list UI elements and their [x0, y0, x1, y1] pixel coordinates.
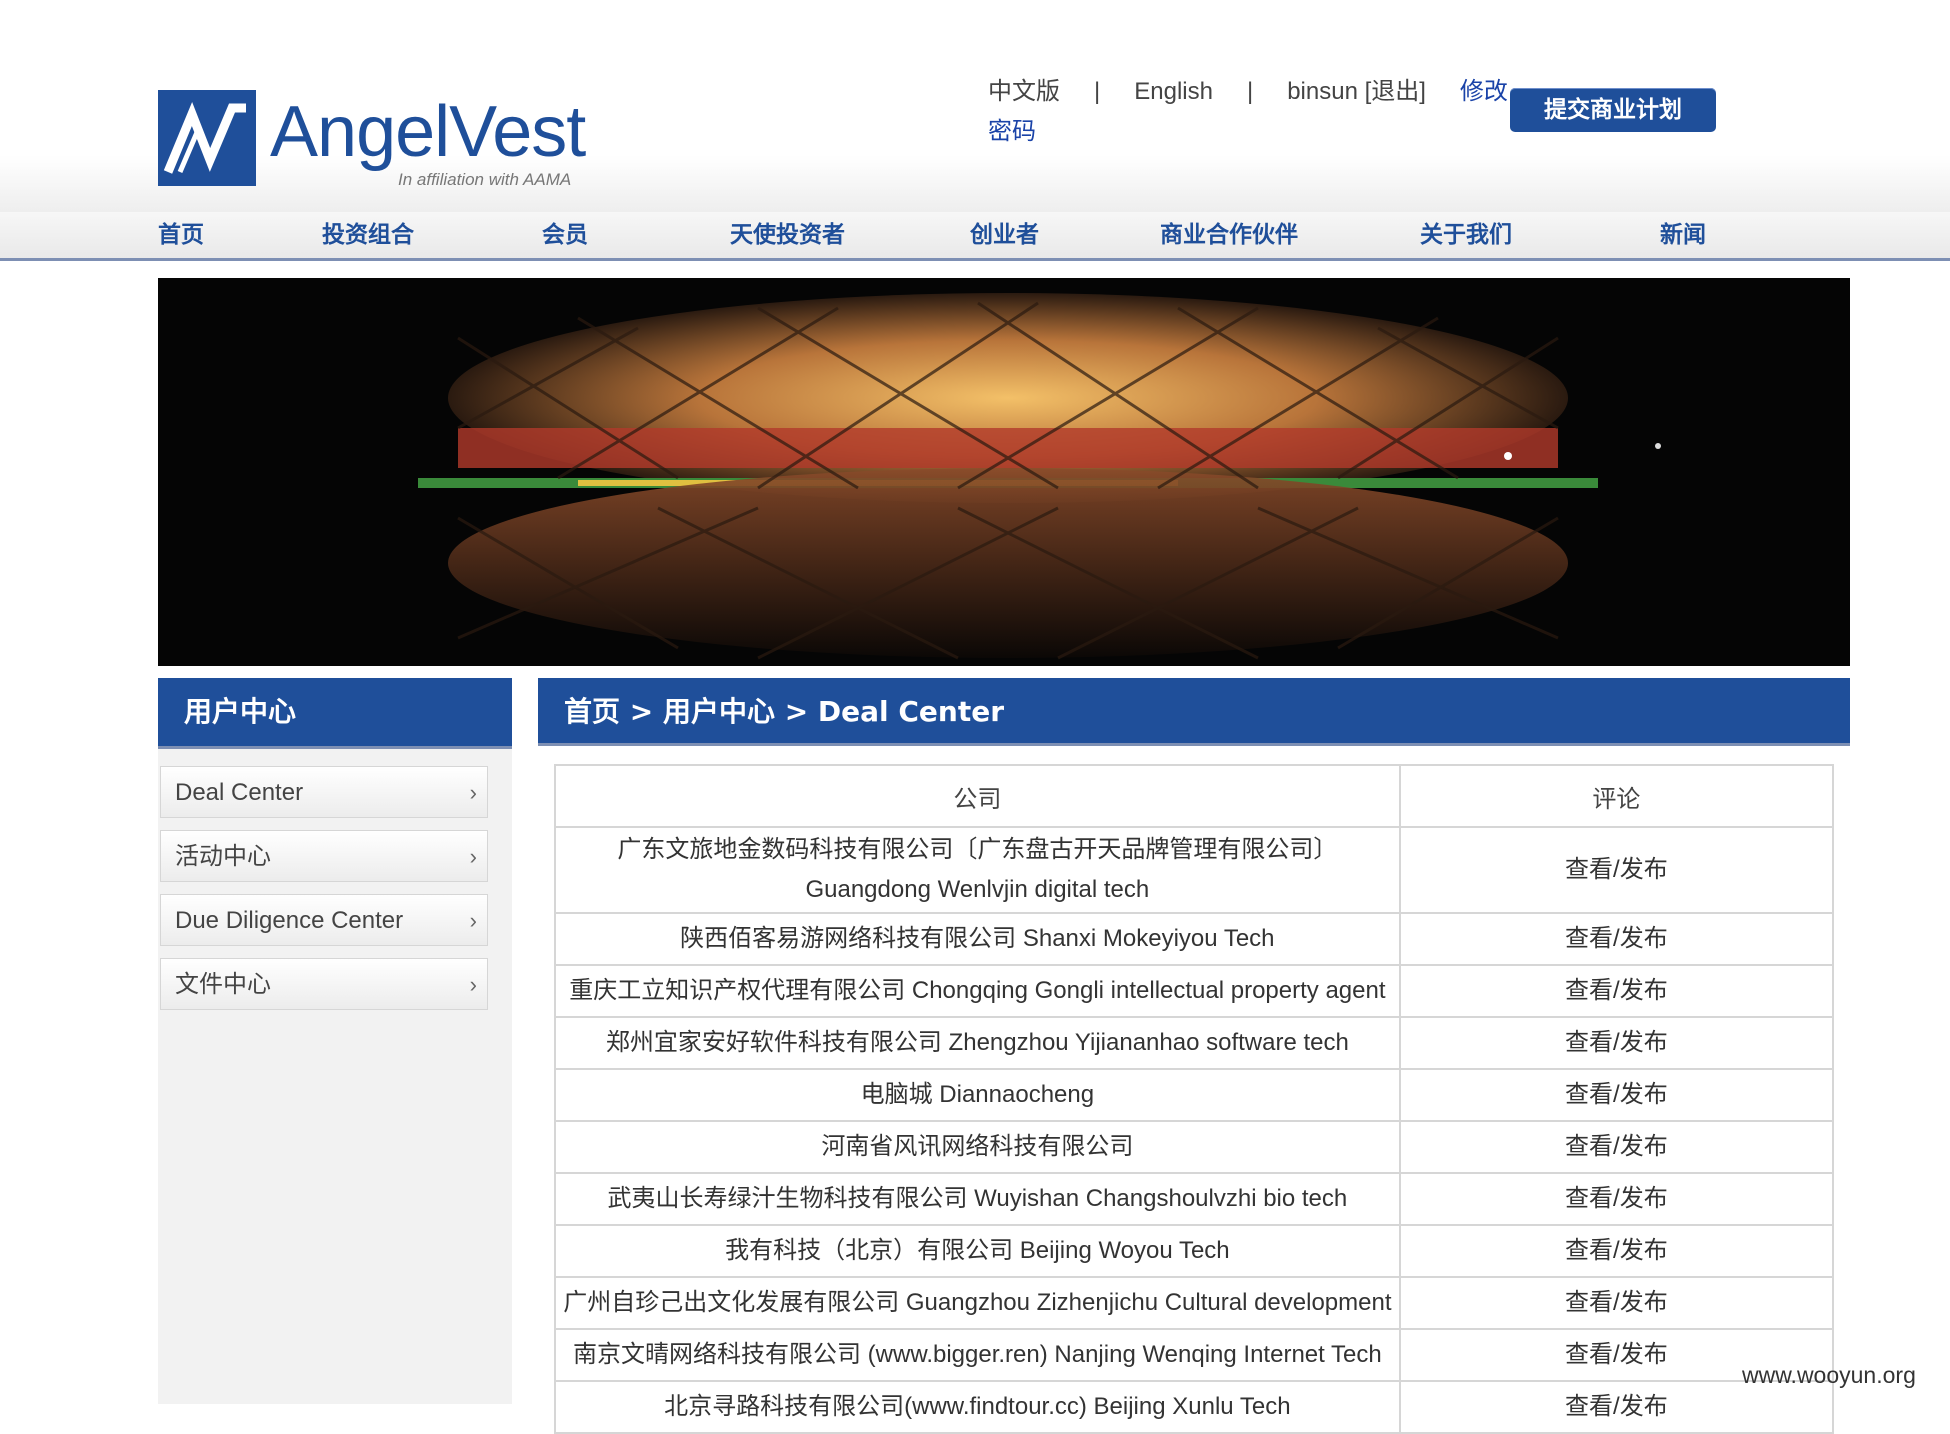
chevron-right-icon: › — [469, 780, 477, 805]
company-name: 广东文旅地金数码科技有限公司〔广东盘古开天品牌管理有限公司〕 — [617, 836, 1338, 863]
company-cell: 河南省风讯网络科技有限公司 — [554, 1120, 1401, 1174]
logo-mark-icon — [158, 90, 256, 186]
view-post-comment-link[interactable]: 查看/发布 — [1398, 1276, 1835, 1330]
table-row: 广东文旅地金数码科技有限公司〔广东盘古开天品牌管理有限公司〕 Guangdong … — [554, 826, 1835, 914]
sidebar-item-label: 文件中心 — [175, 971, 271, 998]
sidebar-item-label: Due Diligence Center — [175, 907, 404, 934]
company-cell: 广东文旅地金数码科技有限公司〔广东盘古开天品牌管理有限公司〕 Guangdong … — [554, 826, 1401, 914]
chevron-right-icon: › — [469, 972, 477, 997]
nav-about[interactable]: 关于我们 — [1420, 212, 1512, 258]
top-links: 中文版 | English | binsun [退出] 修改密码 — [988, 72, 1508, 152]
nav-home[interactable]: 首页 — [158, 212, 204, 258]
sidebar-title: 用户中心 — [158, 678, 512, 749]
angelvest-logo[interactable]: AngelVest In affiliation with AAMA — [158, 90, 594, 189]
table-row: 南京文晴网络科技有限公司 (www.bigger.ren) Nanjing We… — [554, 1328, 1835, 1382]
company-cell: 郑州宜家安好软件科技有限公司 Zhengzhou Yijiananhao sof… — [554, 1016, 1401, 1070]
nav-portfolio[interactable]: 投资组合 — [322, 212, 414, 258]
view-post-comment-link[interactable]: 查看/发布 — [1398, 1068, 1835, 1122]
company-name: 重庆工立知识产权代理有限公司 Chongqing Gongli intellec… — [569, 977, 1386, 1004]
submit-business-plan-button[interactable]: 提交商业计划 — [1510, 88, 1716, 132]
column-header-comment: 评论 — [1398, 764, 1835, 828]
table-row: 北京寻路科技有限公司(www.findtour.cc) Beijing Xunl… — [554, 1380, 1835, 1434]
view-post-comment-link[interactable]: 查看/发布 — [1398, 1120, 1835, 1174]
sidebar-item-label: Deal Center — [175, 779, 304, 806]
chevron-right-icon: › — [469, 908, 477, 933]
company-cell: 陕西佰客易游网络科技有限公司 Shanxi Mokeyiyou Tech — [554, 912, 1401, 966]
nav-partners[interactable]: 商业合作伙伴 — [1160, 212, 1298, 258]
company-name-en: Guangdong Wenlvjin digital tech — [805, 876, 1150, 903]
company-cell: 我有科技（北京）有限公司 Beijing Woyou Tech — [554, 1224, 1401, 1278]
main-nav: 首页 投资组合 会员 天使投资者 创业者 商业合作伙伴 关于我们 新闻 — [0, 212, 1950, 261]
sidebar-item-label: 活动中心 — [175, 843, 271, 870]
table-row: 重庆工立知识产权代理有限公司 Chongqing Gongli intellec… — [554, 964, 1835, 1018]
company-name: 陕西佰客易游网络科技有限公司 Shanxi Mokeyiyou Tech — [680, 925, 1275, 952]
company-cell: 电脑城 Diannaocheng — [554, 1068, 1401, 1122]
sidebar-item-due-diligence[interactable]: Due Diligence Center › — [160, 894, 488, 946]
table-row: 郑州宜家安好软件科技有限公司 Zhengzhou Yijiananhao sof… — [554, 1016, 1835, 1070]
sidebar-item-files[interactable]: 文件中心 › — [160, 958, 488, 1010]
watermark: www.wooyun.org — [1742, 1362, 1916, 1388]
sidebar-item-events[interactable]: 活动中心 › — [160, 830, 488, 882]
company-cell: 武夷山长寿绿汁生物科技有限公司 Wuyishan Changshoulvzhi … — [554, 1172, 1401, 1226]
view-post-comment-link[interactable]: 查看/发布 — [1398, 1172, 1835, 1226]
banner-image — [158, 278, 1850, 666]
company-cell: 南京文晴网络科技有限公司 (www.bigger.ren) Nanjing We… — [554, 1328, 1401, 1382]
table-row: 我有科技（北京）有限公司 Beijing Woyou Tech 查看/发布 — [554, 1224, 1835, 1278]
top-strip — [0, 0, 1950, 22]
company-name: 北京寻路科技有限公司(www.findtour.cc) Beijing Xunl… — [664, 1393, 1291, 1420]
user-center-sidebar: 用户中心 Deal Center › 活动中心 › Due Diligence … — [158, 678, 512, 1404]
nav-angel-investors[interactable]: 天使投资者 — [730, 212, 845, 258]
company-name: 电脑城 Diannaocheng — [860, 1081, 1095, 1108]
chevron-right-icon: › — [469, 844, 477, 869]
table-row: 河南省风讯网络科技有限公司 查看/发布 — [554, 1120, 1835, 1174]
site-header: AngelVest In affiliation with AAMA 中文版 | E… — [0, 22, 1950, 212]
company-cell: 重庆工立知识产权代理有限公司 Chongqing Gongli intellec… — [554, 964, 1401, 1018]
deal-table: 公司 评论 广东文旅地金数码科技有限公司〔广东盘古开天品牌管理有限公司〕 Guan… — [554, 764, 1835, 1434]
view-post-comment-link[interactable]: 查看/发布 — [1398, 912, 1835, 966]
logo-text: AngelVest — [270, 92, 586, 172]
table-row: 陕西佰客易游网络科技有限公司 Shanxi Mokeyiyou Tech 查看/发… — [554, 912, 1835, 966]
company-cell: 北京寻路科技有限公司(www.findtour.cc) Beijing Xunl… — [554, 1380, 1401, 1434]
separator: | — [1094, 78, 1101, 105]
separator: | — [1246, 78, 1254, 105]
company-name: 广州自珍己出文化发展有限公司 Guangzhou Zizhenjichu Cul… — [563, 1289, 1392, 1316]
table-header-row: 公司 评论 — [554, 764, 1835, 828]
column-header-company: 公司 — [554, 764, 1401, 828]
english-version-link[interactable]: English — [1134, 78, 1213, 105]
company-name: 武夷山长寿绿汁生物科技有限公司 Wuyishan Changshoulvzhi … — [607, 1185, 1348, 1212]
view-post-comment-link[interactable]: 查看/发布 — [1398, 964, 1835, 1018]
company-name: 郑州宜家安好软件科技有限公司 Zhengzhou Yijiananhao sof… — [605, 1029, 1349, 1056]
sidebar-item-deal-center[interactable]: Deal Center › — [160, 766, 488, 818]
view-post-comment-link[interactable]: 查看/发布 — [1398, 1224, 1835, 1278]
breadcrumb: 首页 > 用户中心 > Deal Center — [538, 678, 1850, 746]
nav-members[interactable]: 会员 — [542, 212, 588, 258]
view-post-comment-link[interactable]: 查看/发布 — [1398, 826, 1835, 914]
nav-news[interactable]: 新闻 — [1660, 212, 1706, 258]
table-row: 武夷山长寿绿汁生物科技有限公司 Wuyishan Changshoulvzhi … — [554, 1172, 1835, 1226]
company-name: 河南省风讯网络科技有限公司 — [821, 1133, 1134, 1160]
nav-entrepreneurs[interactable]: 创业者 — [970, 212, 1039, 258]
table-row: 广州自珍己出文化发展有限公司 Guangzhou Zizhenjichu Cul… — [554, 1276, 1835, 1330]
company-name: 南京文晴网络科技有限公司 (www.bigger.ren) Nanjing We… — [573, 1341, 1382, 1368]
user-logout-link[interactable]: binsun [退出] — [1287, 78, 1426, 105]
table-row: 电脑城 Diannaocheng 查看/发布 — [554, 1068, 1835, 1122]
logo-subtitle: In affiliation with AAMA — [398, 170, 572, 189]
company-name: 我有科技（北京）有限公司 Beijing Woyou Tech — [725, 1237, 1230, 1264]
chinese-version-link[interactable]: 中文版 — [988, 78, 1060, 105]
view-post-comment-link[interactable]: 查看/发布 — [1398, 1016, 1835, 1070]
company-cell: 广州自珍己出文化发展有限公司 Guangzhou Zizhenjichu Cul… — [554, 1276, 1401, 1330]
